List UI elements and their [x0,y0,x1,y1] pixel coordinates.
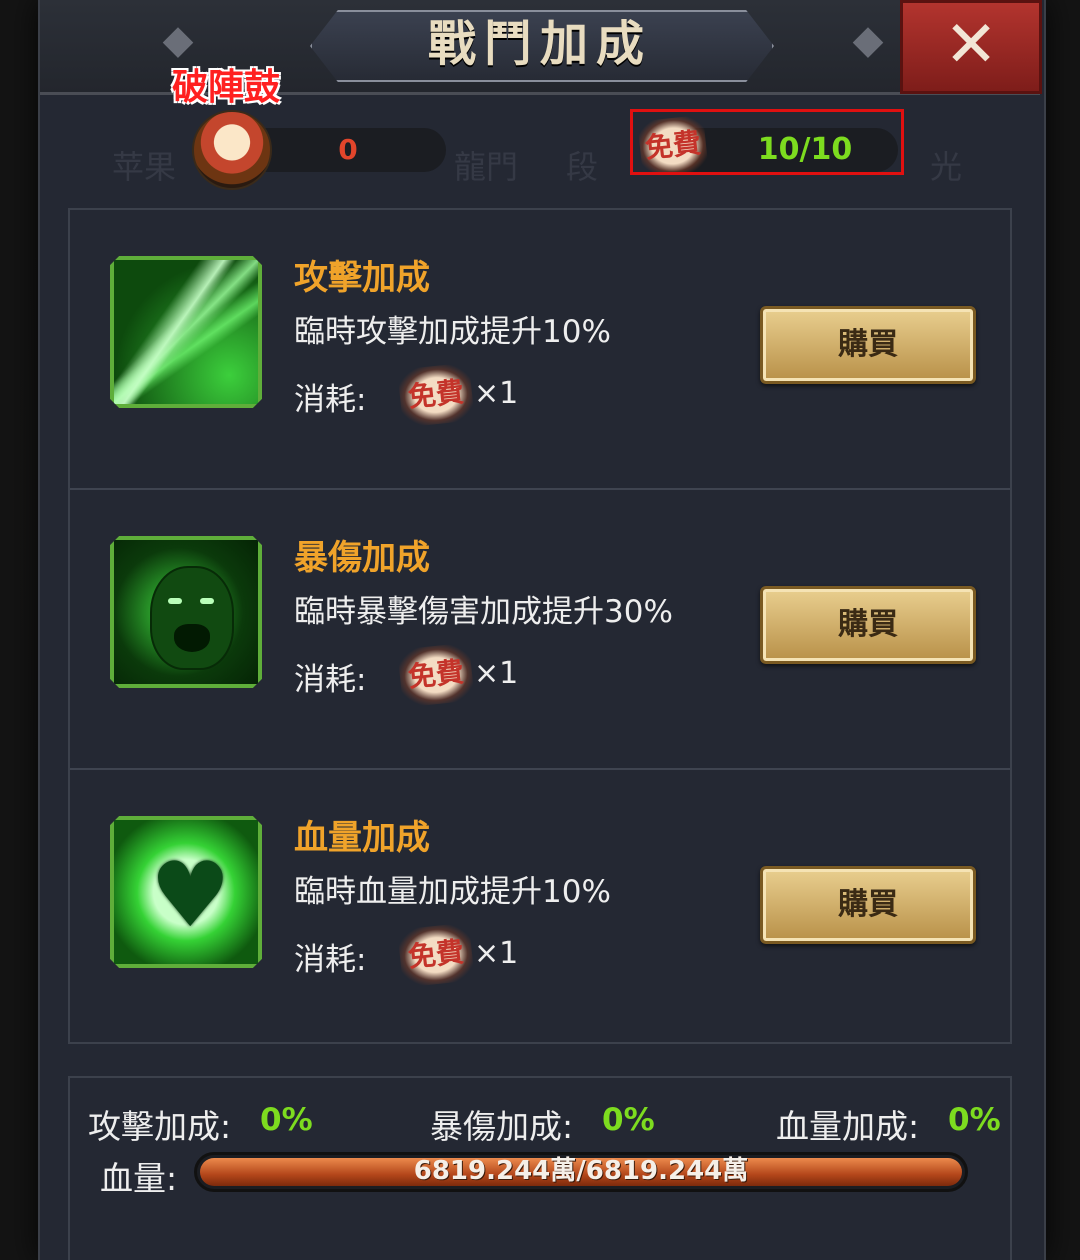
warrior-eye [200,598,214,604]
item-title: 血量加成 [294,818,430,858]
attack-slash-icon [110,256,262,408]
bonus-row-crit: 暴傷加成 臨時暴擊傷害加成提升30% 消耗: 免費 ×1 購買 [70,490,1010,768]
buy-button[interactable]: 購買 [760,306,976,384]
item-desc: 臨時血量加成提升10% [294,874,611,910]
bonus-row-attack: 攻擊加成 臨時攻擊加成提升10% 消耗: 免費 ×1 購買 [70,210,1010,488]
free-stamp-icon: 免費 [397,362,475,428]
heart-icon: ♥ [110,816,262,968]
crit-bonus-label: 暴傷加成: [430,1107,574,1146]
roaring-warrior-icon [110,536,262,688]
faded-bg-text: 龍門 [454,148,519,186]
free-stamp-icon: 免費 [397,922,475,988]
buy-button[interactable]: 購買 [760,586,976,664]
hp-label: 血量: [100,1159,178,1198]
attack-bonus-label: 攻擊加成: [88,1107,232,1146]
dialog-title: 戰鬥加成 [427,16,652,72]
warrior-eye [168,598,182,604]
item-title: 攻擊加成 [294,258,430,298]
drum-label: 破陣鼓 [172,67,281,108]
item-title: 暴傷加成 [294,538,430,578]
crit-bonus-value: 0% [602,1102,655,1138]
warrior-mouth [174,624,210,652]
drum-count: 0 [338,133,358,166]
attack-bonus-value: 0% [260,1102,313,1138]
cost-qty: ×1 [474,376,519,411]
faded-bg-text: 段 [566,148,599,186]
item-desc: 臨時暴擊傷害加成提升30% [294,594,673,630]
buy-button[interactable]: 購買 [760,866,976,944]
free-count-highlight [630,109,904,175]
item-desc: 臨時攻擊加成提升10% [294,314,611,350]
free-stamp-icon: 免費 [397,642,475,708]
cost-label: 消耗: [294,662,367,698]
faded-bg-text: 光 [930,148,963,186]
hp-bonus-value: 0% [948,1102,1001,1138]
faded-bg-text: 苹果 [112,148,177,186]
close-button[interactable]: ✕ [900,0,1042,94]
cost-label: 消耗: [294,382,367,418]
close-x-icon: ✕ [944,8,998,82]
cost-qty: ×1 [474,656,519,691]
warrior-face [150,566,234,670]
cost-qty: ×1 [474,936,519,971]
hp-text: 6819.244萬/6819.244萬 [413,1156,749,1186]
hp-bonus-label: 血量加成: [776,1107,920,1146]
heart-glyph: ♥ [150,843,231,948]
bonus-row-hp: ♥ 血量加成 臨時血量加成提升10% 消耗: 免費 ×1 購買 [70,770,1010,1048]
cost-label: 消耗: [294,942,367,978]
ornament-right-icon: ◆ [852,17,884,63]
